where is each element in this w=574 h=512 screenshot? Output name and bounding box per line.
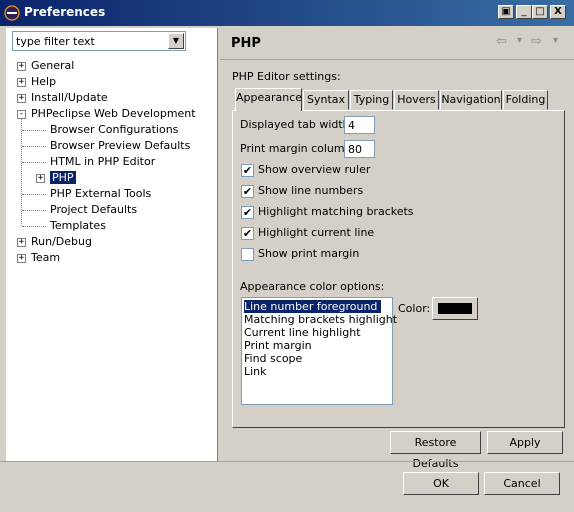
tab-typing[interactable]: Typing [350, 90, 393, 110]
apply-button[interactable]: Apply [487, 431, 563, 454]
tree-item-label: Team [31, 251, 61, 264]
color-option-item[interactable]: Line number foreground [244, 300, 382, 313]
expand-icon[interactable]: + [17, 94, 26, 103]
title-bar[interactable]: Preferences ▣ _ □ X [0, 0, 574, 26]
tree-item-phpeclipse-web-development[interactable]: PHPeclipse Web Development [31, 106, 196, 122]
tree-branch-line [22, 194, 46, 195]
tree-item-php[interactable]: PHP [50, 170, 76, 186]
color-swatch [438, 303, 472, 314]
print-margin-input[interactable] [345, 141, 374, 157]
tree-item-label: Run/Debug [31, 235, 92, 248]
tree-item-label: HTML in PHP Editor [50, 155, 156, 168]
cancel-button[interactable]: Cancel [484, 472, 560, 495]
tree-item-label: Install/Update [31, 91, 108, 104]
tree-item-run-debug[interactable]: Run/Debug [31, 234, 92, 250]
checkbox-label[interactable]: Highlight matching brackets [258, 205, 414, 218]
eclipse-icon [4, 5, 20, 21]
tree-branch-line [22, 162, 46, 163]
tab-folding[interactable]: Folding [503, 90, 548, 110]
tab-width-input[interactable] [345, 117, 374, 133]
checkbox[interactable]: ✔ [241, 206, 254, 219]
tree-branch-line [22, 130, 46, 131]
page-title: PHP [231, 36, 261, 51]
tab-width-field[interactable] [344, 116, 375, 134]
settings-label: PHP Editor settings: [232, 70, 341, 83]
collapse-icon[interactable]: - [17, 110, 26, 119]
page-header: PHP ⇦ ▾ ⇨ ▾ [220, 28, 574, 60]
tree-item-browser-preview-defaults[interactable]: Browser Preview Defaults [50, 138, 190, 154]
color-picker-button[interactable] [432, 297, 478, 320]
tree-item-help[interactable]: Help [31, 74, 56, 90]
tab-hovers[interactable]: Hovers [394, 90, 439, 110]
tab-navigation[interactable]: Navigation [440, 90, 502, 110]
tree-branch-line [22, 210, 46, 211]
color-option-item[interactable]: Link [244, 365, 271, 378]
checkbox-label[interactable]: Show print margin [258, 247, 359, 260]
tree-item-html-in-php-editor[interactable]: HTML in PHP Editor [50, 154, 155, 170]
checkbox-label[interactable]: Show line numbers [258, 184, 363, 197]
tree-item-label: Project Defaults [50, 203, 138, 216]
checkbox[interactable]: ✔ [241, 185, 254, 198]
maximize-button[interactable]: □ [532, 5, 548, 19]
back-arrow-icon[interactable]: ⇦ [496, 34, 507, 49]
chevron-down-icon[interactable]: ▼ [168, 33, 184, 49]
minimize-button[interactable]: _ [516, 5, 532, 19]
expand-icon[interactable]: + [17, 62, 26, 71]
tree-item-label: PHP [50, 171, 76, 184]
print-margin-label: Print margin column: [240, 142, 356, 155]
checkbox-label[interactable]: Highlight current line [258, 226, 374, 239]
tree-branch-line [22, 226, 46, 227]
expand-icon[interactable]: + [17, 238, 26, 247]
filter-combo[interactable]: ▼ [12, 31, 186, 51]
color-options-label: Appearance color options: [240, 280, 385, 293]
tree-item-install-update[interactable]: Install/Update [31, 90, 108, 106]
tree-branch-line [22, 146, 46, 147]
tab-syntax[interactable]: Syntax [303, 90, 349, 110]
tree-item-templates[interactable]: Templates [50, 218, 106, 234]
checkbox[interactable]: ✔ [241, 164, 254, 177]
expand-icon[interactable]: + [17, 78, 26, 87]
color-label: Color: [398, 302, 431, 315]
checkbox-label[interactable]: Show overview ruler [258, 163, 370, 176]
forward-menu-icon[interactable]: ▾ [553, 35, 558, 46]
ok-button[interactable]: OK [403, 472, 479, 495]
filter-input[interactable] [13, 32, 167, 50]
color-option-item[interactable]: Matching brackets highlight [244, 313, 401, 326]
tree-item-label: PHPeclipse Web Development [31, 107, 196, 120]
tab-appearance[interactable]: Appearance [235, 88, 302, 111]
tree-item-label: Templates [50, 219, 106, 232]
forward-arrow-icon[interactable]: ⇨ [531, 34, 542, 49]
tree-item-general[interactable]: General [31, 58, 74, 74]
tree-item-label: PHP External Tools [50, 187, 152, 200]
checkbox[interactable] [241, 248, 254, 261]
expand-icon[interactable]: + [36, 174, 45, 183]
tree-item-label: Help [31, 75, 57, 88]
header-separator [220, 59, 574, 60]
tree-item-label: Browser Preview Defaults [50, 139, 191, 152]
window-title: Preferences [24, 5, 106, 19]
color-options-list[interactable]: Line number foreground Matching brackets … [241, 297, 397, 405]
close-button[interactable]: X [550, 5, 566, 19]
expand-icon[interactable]: + [17, 254, 26, 263]
tree-item-label: General [31, 59, 75, 72]
tree-item-team[interactable]: Team [31, 250, 60, 266]
tree-item-label: Browser Configurations [50, 123, 179, 136]
print-button[interactable]: ▣ [498, 5, 514, 19]
color-option-item[interactable]: Current line highlight [244, 326, 365, 339]
tab-width-label: Displayed tab width: [240, 118, 354, 131]
tree-item-browser-configurations[interactable]: Browser Configurations [50, 122, 178, 138]
back-menu-icon[interactable]: ▾ [517, 35, 522, 46]
color-option-item[interactable]: Find scope [244, 352, 306, 365]
footer-separator [0, 461, 574, 462]
tree-item-project-defaults[interactable]: Project Defaults [50, 202, 137, 218]
color-option-item[interactable]: Print margin [244, 339, 316, 352]
restore-defaults-button[interactable]: Restore Defaults [390, 431, 481, 470]
print-margin-field[interactable] [344, 140, 375, 158]
tree-item-php-external-tools[interactable]: PHP External Tools [50, 186, 151, 202]
checkbox[interactable]: ✔ [241, 227, 254, 240]
